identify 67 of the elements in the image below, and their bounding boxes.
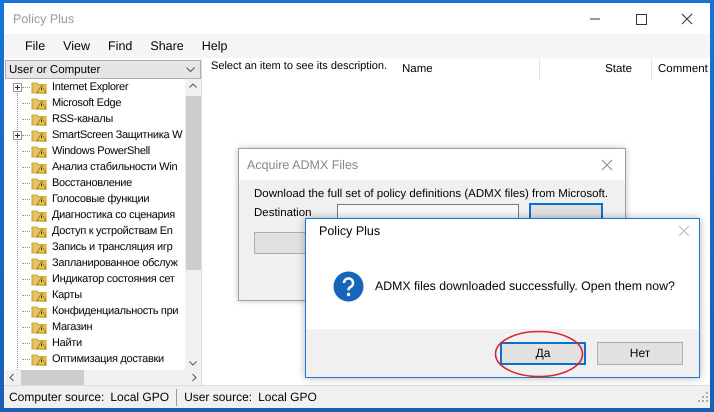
folder-warning-icon <box>31 320 48 334</box>
dialog-title: Acquire ADMX Files <box>247 158 358 172</box>
folder-warning-icon <box>31 112 48 126</box>
folder-warning-icon <box>31 288 48 302</box>
folder-warning-icon <box>31 176 48 190</box>
tree-item[interactable]: Microsoft Edge <box>52 97 122 109</box>
menu-item[interactable]: Share <box>141 39 193 53</box>
folder-warning-icon <box>31 80 48 94</box>
menu-item[interactable]: Help <box>192 39 236 53</box>
folder-warning-icon <box>31 304 48 318</box>
tree-item[interactable]: Индикатор состояния сет <box>52 273 175 285</box>
tree-item[interactable]: Internet Explorer <box>52 81 128 93</box>
folder-warning-icon <box>31 144 48 158</box>
status-value: Local GPO <box>258 390 317 404</box>
folder-warning-icon <box>31 256 48 270</box>
tree-item[interactable]: Диагностика со сценария <box>52 209 175 221</box>
folder-warning-icon <box>31 272 48 286</box>
folder-warning-icon <box>31 336 48 350</box>
dialog-button[interactable] <box>254 232 308 254</box>
tree-item[interactable]: Восстановление <box>52 177 132 189</box>
status-label: Computer source: <box>9 390 104 404</box>
scope-dropdown[interactable]: User or Computer <box>5 60 201 79</box>
menu-item[interactable]: View <box>54 39 100 53</box>
chevron-down-icon <box>186 66 195 72</box>
tree-item[interactable]: Конфиденциальность при <box>52 305 178 317</box>
tree-item[interactable]: Анализ стабильности Win <box>52 161 178 173</box>
folder-warning-icon <box>31 352 48 366</box>
resize-grip-icon[interactable] <box>698 392 708 402</box>
vertical-scrollbar[interactable] <box>185 79 201 370</box>
tree-item[interactable]: Голосовые функции <box>52 193 150 205</box>
tree-item[interactable]: RSS-каналы <box>52 113 113 125</box>
status-label: User source: <box>184 390 252 404</box>
dialog-button[interactable]: Нет <box>597 342 683 364</box>
status-value: Local GPO <box>110 390 170 404</box>
expand-icon[interactable] <box>13 82 22 92</box>
description-text: Select an item to see its description. <box>211 60 388 72</box>
window-title: Policy Plus <box>12 12 76 26</box>
dialog-button[interactable]: Да <box>500 342 586 364</box>
dialog-text: Download the full set of policy definitions (ADMX files) from Microsoft. <box>254 188 610 200</box>
question-icon <box>333 270 364 302</box>
folder-warning-icon <box>31 240 48 254</box>
tree-item[interactable]: Запись и трансляция игр <box>52 241 172 253</box>
horizontal-scrollbar[interactable] <box>5 370 201 385</box>
close-icon[interactable] <box>601 158 613 170</box>
folder-warning-icon <box>31 160 48 174</box>
column-header[interactable]: State <box>540 58 652 80</box>
tree-item[interactable]: Найти <box>52 337 82 349</box>
column-header[interactable]: Name <box>390 58 540 80</box>
field-label: Destination <box>254 207 312 219</box>
tree-item[interactable]: Windows PowerShell <box>52 145 150 157</box>
folder-warning-icon <box>31 224 48 238</box>
tree-item[interactable]: Запланированное обслуж <box>52 257 178 269</box>
folder-warning-icon <box>31 192 48 206</box>
menu-item[interactable]: Find <box>99 39 142 53</box>
dialog-title: Policy Plus <box>319 224 380 238</box>
column-header[interactable]: Comment <box>652 58 710 80</box>
folder-warning-icon <box>31 96 48 110</box>
tree-item[interactable]: Оптимизация доставки <box>52 353 164 365</box>
tree-item[interactable]: SmartScreen Защитника W <box>52 129 182 141</box>
expand-icon[interactable] <box>13 130 22 140</box>
dialog-message: ADMX files downloaded successfully. Open them now? <box>375 279 675 293</box>
folder-warning-icon <box>31 208 48 222</box>
folder-warning-icon <box>31 128 48 142</box>
tree-item[interactable]: Карты <box>52 289 82 301</box>
tree-item[interactable]: Магазин <box>52 321 92 333</box>
tree-item[interactable]: Доступ к устройствам En <box>52 225 173 237</box>
menu-item[interactable]: File <box>16 39 54 53</box>
